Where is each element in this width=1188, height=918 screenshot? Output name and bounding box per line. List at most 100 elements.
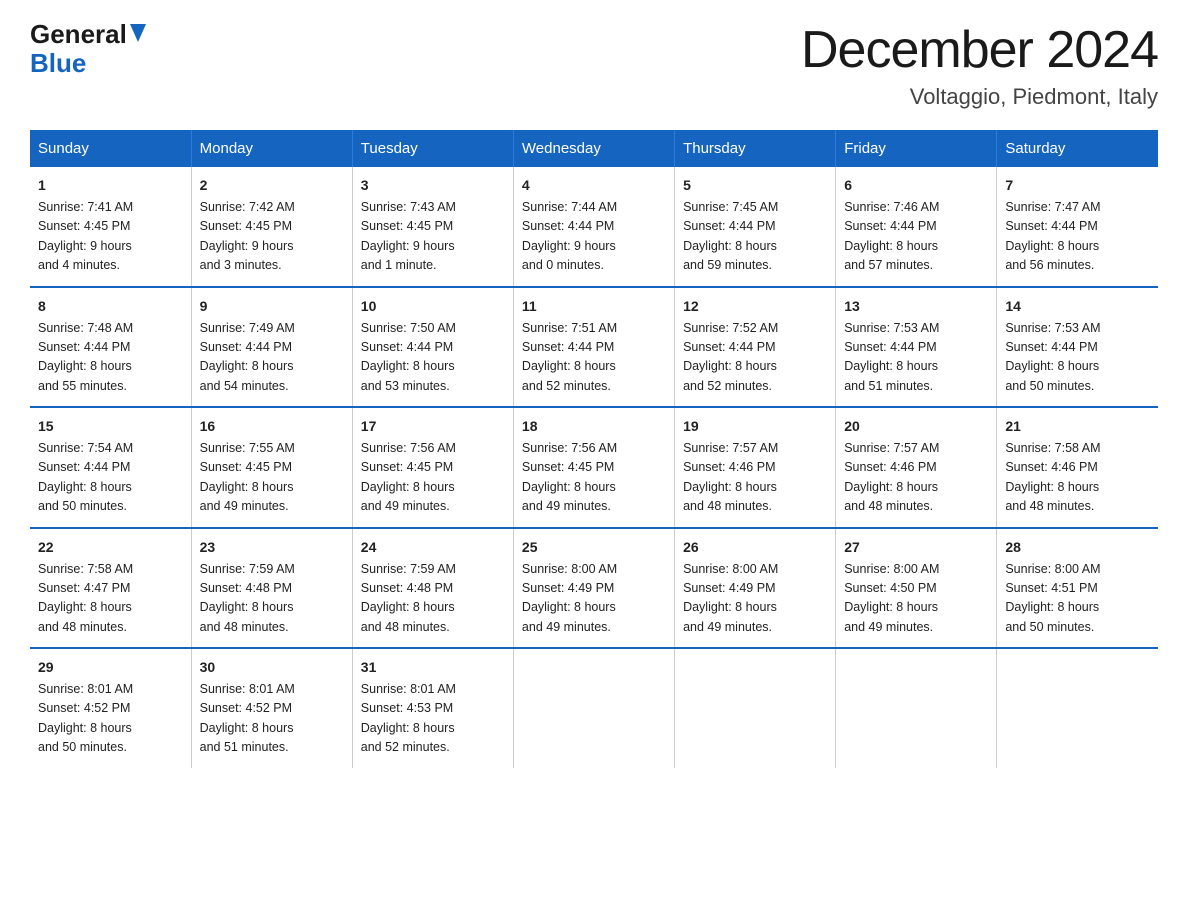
calendar-day-cell: 10Sunrise: 7:50 AM Sunset: 4:44 PM Dayli… (352, 287, 513, 408)
calendar-day-cell: 15Sunrise: 7:54 AM Sunset: 4:44 PM Dayli… (30, 407, 191, 528)
logo-blue-text: Blue (30, 48, 86, 78)
col-header-friday: Friday (836, 130, 997, 167)
day-info: Sunrise: 7:57 AM Sunset: 4:46 PM Dayligh… (844, 439, 988, 517)
day-number: 27 (844, 537, 988, 558)
day-number: 9 (200, 296, 344, 317)
day-info: Sunrise: 8:01 AM Sunset: 4:52 PM Dayligh… (38, 680, 183, 758)
col-header-tuesday: Tuesday (352, 130, 513, 167)
calendar-day-cell: 2Sunrise: 7:42 AM Sunset: 4:45 PM Daylig… (191, 167, 352, 287)
logo-general-text: General (30, 20, 127, 49)
day-info: Sunrise: 7:51 AM Sunset: 4:44 PM Dayligh… (522, 319, 666, 397)
calendar-day-cell: 26Sunrise: 8:00 AM Sunset: 4:49 PM Dayli… (675, 528, 836, 649)
calendar-day-cell: 21Sunrise: 7:58 AM Sunset: 4:46 PM Dayli… (997, 407, 1158, 528)
calendar-week-row: 8Sunrise: 7:48 AM Sunset: 4:44 PM Daylig… (30, 287, 1158, 408)
calendar-day-cell: 16Sunrise: 7:55 AM Sunset: 4:45 PM Dayli… (191, 407, 352, 528)
day-info: Sunrise: 7:56 AM Sunset: 4:45 PM Dayligh… (522, 439, 666, 517)
calendar-week-row: 15Sunrise: 7:54 AM Sunset: 4:44 PM Dayli… (30, 407, 1158, 528)
day-number: 25 (522, 537, 666, 558)
day-info: Sunrise: 7:42 AM Sunset: 4:45 PM Dayligh… (200, 198, 344, 276)
calendar-day-cell: 23Sunrise: 7:59 AM Sunset: 4:48 PM Dayli… (191, 528, 352, 649)
logo-triangle-icon (130, 23, 146, 47)
day-number: 3 (361, 175, 505, 196)
col-header-saturday: Saturday (997, 130, 1158, 167)
page-header: General Blue December 2024 Voltaggio, Pi… (30, 20, 1158, 110)
day-number: 14 (1005, 296, 1150, 317)
calendar-day-cell (513, 648, 674, 768)
day-number: 6 (844, 175, 988, 196)
day-info: Sunrise: 7:45 AM Sunset: 4:44 PM Dayligh… (683, 198, 827, 276)
day-number: 31 (361, 657, 505, 678)
day-info: Sunrise: 7:46 AM Sunset: 4:44 PM Dayligh… (844, 198, 988, 276)
day-number: 24 (361, 537, 505, 558)
calendar-day-cell: 13Sunrise: 7:53 AM Sunset: 4:44 PM Dayli… (836, 287, 997, 408)
day-number: 4 (522, 175, 666, 196)
day-number: 28 (1005, 537, 1150, 558)
calendar-table: SundayMondayTuesdayWednesdayThursdayFrid… (30, 130, 1158, 768)
day-info: Sunrise: 7:58 AM Sunset: 4:47 PM Dayligh… (38, 560, 183, 638)
day-info: Sunrise: 7:59 AM Sunset: 4:48 PM Dayligh… (361, 560, 505, 638)
day-number: 20 (844, 416, 988, 437)
day-info: Sunrise: 7:59 AM Sunset: 4:48 PM Dayligh… (200, 560, 344, 638)
day-number: 12 (683, 296, 827, 317)
day-info: Sunrise: 8:00 AM Sunset: 4:51 PM Dayligh… (1005, 560, 1150, 638)
day-info: Sunrise: 7:43 AM Sunset: 4:45 PM Dayligh… (361, 198, 505, 276)
calendar-day-cell: 12Sunrise: 7:52 AM Sunset: 4:44 PM Dayli… (675, 287, 836, 408)
calendar-day-cell (997, 648, 1158, 768)
calendar-day-cell: 24Sunrise: 7:59 AM Sunset: 4:48 PM Dayli… (352, 528, 513, 649)
location-title: Voltaggio, Piedmont, Italy (801, 84, 1158, 110)
title-block: December 2024 Voltaggio, Piedmont, Italy (801, 20, 1158, 110)
calendar-day-cell: 1Sunrise: 7:41 AM Sunset: 4:45 PM Daylig… (30, 167, 191, 287)
day-number: 22 (38, 537, 183, 558)
calendar-day-cell: 30Sunrise: 8:01 AM Sunset: 4:52 PM Dayli… (191, 648, 352, 768)
calendar-day-cell: 19Sunrise: 7:57 AM Sunset: 4:46 PM Dayli… (675, 407, 836, 528)
calendar-day-cell: 3Sunrise: 7:43 AM Sunset: 4:45 PM Daylig… (352, 167, 513, 287)
day-number: 5 (683, 175, 827, 196)
col-header-monday: Monday (191, 130, 352, 167)
day-info: Sunrise: 7:48 AM Sunset: 4:44 PM Dayligh… (38, 319, 183, 397)
calendar-day-cell: 9Sunrise: 7:49 AM Sunset: 4:44 PM Daylig… (191, 287, 352, 408)
day-info: Sunrise: 7:44 AM Sunset: 4:44 PM Dayligh… (522, 198, 666, 276)
day-info: Sunrise: 8:01 AM Sunset: 4:52 PM Dayligh… (200, 680, 344, 758)
day-number: 19 (683, 416, 827, 437)
day-info: Sunrise: 8:01 AM Sunset: 4:53 PM Dayligh… (361, 680, 505, 758)
col-header-thursday: Thursday (675, 130, 836, 167)
logo: General Blue (30, 20, 146, 77)
col-header-sunday: Sunday (30, 130, 191, 167)
day-number: 16 (200, 416, 344, 437)
day-number: 17 (361, 416, 505, 437)
day-number: 29 (38, 657, 183, 678)
day-info: Sunrise: 7:55 AM Sunset: 4:45 PM Dayligh… (200, 439, 344, 517)
day-number: 1 (38, 175, 183, 196)
day-info: Sunrise: 7:52 AM Sunset: 4:44 PM Dayligh… (683, 319, 827, 397)
calendar-day-cell (675, 648, 836, 768)
day-number: 23 (200, 537, 344, 558)
calendar-day-cell: 4Sunrise: 7:44 AM Sunset: 4:44 PM Daylig… (513, 167, 674, 287)
day-number: 15 (38, 416, 183, 437)
calendar-week-row: 1Sunrise: 7:41 AM Sunset: 4:45 PM Daylig… (30, 167, 1158, 287)
day-info: Sunrise: 7:49 AM Sunset: 4:44 PM Dayligh… (200, 319, 344, 397)
calendar-header-row: SundayMondayTuesdayWednesdayThursdayFrid… (30, 130, 1158, 167)
day-info: Sunrise: 7:54 AM Sunset: 4:44 PM Dayligh… (38, 439, 183, 517)
day-info: Sunrise: 8:00 AM Sunset: 4:49 PM Dayligh… (522, 560, 666, 638)
calendar-day-cell: 5Sunrise: 7:45 AM Sunset: 4:44 PM Daylig… (675, 167, 836, 287)
day-info: Sunrise: 7:41 AM Sunset: 4:45 PM Dayligh… (38, 198, 183, 276)
day-info: Sunrise: 8:00 AM Sunset: 4:50 PM Dayligh… (844, 560, 988, 638)
day-info: Sunrise: 8:00 AM Sunset: 4:49 PM Dayligh… (683, 560, 827, 638)
calendar-day-cell: 22Sunrise: 7:58 AM Sunset: 4:47 PM Dayli… (30, 528, 191, 649)
day-info: Sunrise: 7:56 AM Sunset: 4:45 PM Dayligh… (361, 439, 505, 517)
calendar-day-cell: 27Sunrise: 8:00 AM Sunset: 4:50 PM Dayli… (836, 528, 997, 649)
calendar-day-cell: 20Sunrise: 7:57 AM Sunset: 4:46 PM Dayli… (836, 407, 997, 528)
day-number: 21 (1005, 416, 1150, 437)
calendar-day-cell: 14Sunrise: 7:53 AM Sunset: 4:44 PM Dayli… (997, 287, 1158, 408)
day-number: 30 (200, 657, 344, 678)
calendar-day-cell: 8Sunrise: 7:48 AM Sunset: 4:44 PM Daylig… (30, 287, 191, 408)
day-number: 8 (38, 296, 183, 317)
calendar-week-row: 29Sunrise: 8:01 AM Sunset: 4:52 PM Dayli… (30, 648, 1158, 768)
col-header-wednesday: Wednesday (513, 130, 674, 167)
calendar-day-cell: 18Sunrise: 7:56 AM Sunset: 4:45 PM Dayli… (513, 407, 674, 528)
day-number: 13 (844, 296, 988, 317)
day-info: Sunrise: 7:47 AM Sunset: 4:44 PM Dayligh… (1005, 198, 1150, 276)
day-info: Sunrise: 7:50 AM Sunset: 4:44 PM Dayligh… (361, 319, 505, 397)
calendar-day-cell: 31Sunrise: 8:01 AM Sunset: 4:53 PM Dayli… (352, 648, 513, 768)
day-info: Sunrise: 7:58 AM Sunset: 4:46 PM Dayligh… (1005, 439, 1150, 517)
